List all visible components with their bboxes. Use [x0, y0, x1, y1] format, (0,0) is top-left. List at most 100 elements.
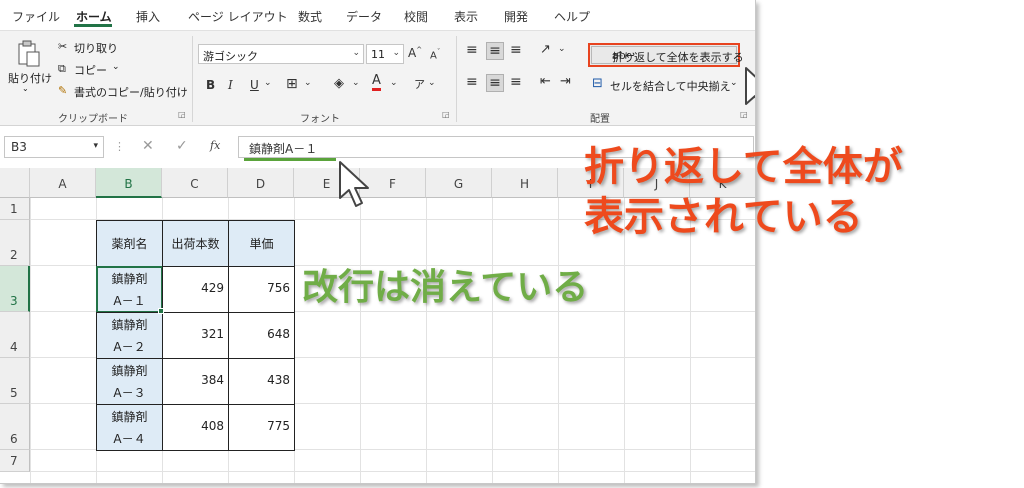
table-cell[interactable]: 429 — [162, 266, 229, 313]
table-header-cell[interactable]: 薬剤名 — [96, 220, 163, 267]
fill-handle[interactable] — [158, 308, 164, 314]
table-cell[interactable]: 384 — [162, 358, 229, 405]
wrap-text-button[interactable]: ab↩ 折り返して全体を表示する — [588, 43, 744, 67]
format-painter-button[interactable]: 書式のコピー/貼り付け — [74, 84, 188, 100]
table-header-cell[interactable]: 出荷本数 — [162, 220, 229, 267]
insert-function-icon[interactable]: fx — [210, 139, 220, 152]
column-header[interactable]: G — [426, 168, 492, 198]
more-options-icon[interactable]: ⋮ — [114, 140, 125, 153]
font-launcher-icon[interactable]: ◲ — [442, 110, 450, 119]
table-cell[interactable]: 鎮静剤 A－４ — [96, 404, 163, 451]
chevron-down-icon: ▾ — [93, 141, 98, 151]
merge-dropdown-icon[interactable]: ⌄ — [730, 78, 738, 88]
align-middle-icon[interactable]: ≡ — [486, 42, 504, 60]
tab-insert[interactable]: 挿入 — [136, 8, 160, 25]
fill-color-icon[interactable]: ◈ — [334, 76, 344, 91]
ribbon-separator — [192, 36, 193, 122]
column-header[interactable]: D — [228, 168, 294, 198]
paste-button[interactable]: 貼り付け — [8, 70, 52, 86]
chevron-down-icon: ⌄ — [352, 48, 360, 58]
orientation-dropdown-icon[interactable]: ⌄ — [558, 44, 566, 54]
clipboard-launcher-icon[interactable]: ◲ — [178, 110, 186, 119]
paste-icon[interactable] — [10, 40, 46, 68]
decrease-indent-icon[interactable]: ⇤ — [540, 74, 551, 89]
cancel-icon[interactable]: ✕ — [142, 138, 154, 154]
increase-font-size-icon[interactable]: A^ — [408, 46, 422, 60]
align-right-icon[interactable]: ≡ — [510, 74, 522, 90]
paste-dropdown-icon[interactable]: ⌄ — [22, 84, 29, 93]
row-header[interactable]: 1 — [0, 198, 30, 220]
align-center-icon[interactable]: ≡ — [486, 74, 504, 92]
merge-center-icon: ⊟ — [592, 76, 603, 91]
phonetic-dropdown-icon[interactable]: ⌄ — [428, 78, 436, 88]
tab-formulas[interactable]: 数式 — [298, 8, 322, 25]
increase-indent-icon[interactable]: ⇥ — [560, 74, 571, 89]
chevron-down-icon: ⌄ — [392, 48, 400, 58]
font-size-select[interactable]: 11 ⌄ — [366, 44, 404, 64]
copy-icon: ⧉ — [58, 62, 66, 75]
select-all-corner[interactable] — [0, 168, 30, 198]
row-header[interactable]: 6 — [0, 404, 30, 450]
callout-wrap-line2: 表示されている — [584, 194, 863, 240]
column-header[interactable]: H — [492, 168, 558, 198]
table-cell[interactable]: 鎮静剤 A－３ — [96, 358, 163, 405]
tab-review[interactable]: 校閲 — [404, 8, 428, 25]
font-group-label: フォント — [300, 114, 340, 125]
active-tab-indicator — [74, 24, 112, 27]
borders-dropdown-icon[interactable]: ⌄ — [304, 78, 312, 88]
mouse-pointer-icon — [339, 161, 369, 207]
tab-data[interactable]: データ — [346, 8, 382, 25]
alignment-group-label: 配置 — [590, 114, 610, 125]
borders-icon[interactable]: ⊞ — [286, 76, 298, 92]
font-color-icon[interactable]: A — [372, 74, 381, 91]
decrease-font-size-icon[interactable]: Aˇ — [430, 48, 440, 61]
tab-home[interactable]: ホーム — [76, 8, 112, 25]
clipboard-group-label: クリップボード — [58, 114, 128, 125]
orientation-icon[interactable]: ↗ — [540, 42, 551, 57]
mouse-pointer-icon — [745, 67, 755, 105]
row-header[interactable]: 5 — [0, 358, 30, 404]
row-header[interactable]: 4 — [0, 312, 30, 358]
align-bottom-icon[interactable]: ≡ — [510, 42, 522, 58]
table-cell[interactable]: 438 — [228, 358, 295, 405]
column-header[interactable]: C — [162, 168, 228, 198]
bold-button[interactable]: B — [206, 78, 215, 92]
formula-highlight-underline — [244, 158, 336, 161]
table-cell[interactable]: 321 — [162, 312, 229, 359]
table-cell[interactable]: 鎮静剤 A－２ — [96, 312, 163, 359]
underline-button[interactable]: U — [250, 78, 259, 92]
tab-help[interactable]: ヘルプ — [554, 8, 590, 25]
tab-page-layout[interactable]: ページ レイアウト — [188, 8, 288, 25]
excel-window: ファイル ホーム 挿入 ページ レイアウト 数式 データ 校閲 表示 開発 ヘル… — [0, 0, 756, 484]
table-header-cell[interactable]: 単価 — [228, 220, 295, 267]
name-box[interactable]: B3 ▾ — [4, 136, 104, 158]
merge-center-button[interactable]: セルを結合して中央揃え — [610, 78, 731, 94]
font-name-select[interactable]: 游ゴシック ⌄ — [198, 44, 364, 64]
column-header[interactable]: B — [96, 168, 162, 198]
row-header[interactable]: 7 — [0, 450, 30, 472]
italic-button[interactable]: I — [228, 78, 233, 92]
copy-button[interactable]: コピー — [74, 62, 107, 78]
fill-dropdown-icon[interactable]: ⌄ — [352, 78, 360, 88]
align-top-icon[interactable]: ≡ — [466, 42, 478, 58]
cut-icon: ✂ — [58, 40, 68, 53]
row-header[interactable]: 3 — [0, 266, 30, 312]
phonetic-guide-icon[interactable]: ア — [414, 76, 425, 92]
row-header[interactable]: 2 — [0, 220, 30, 266]
table-cell[interactable]: 756 — [228, 266, 295, 313]
table-cell[interactable]: 648 — [228, 312, 295, 359]
table-cell[interactable]: 408 — [162, 404, 229, 451]
cut-button[interactable]: 切り取り — [74, 40, 118, 56]
tab-view[interactable]: 表示 — [454, 8, 478, 25]
font-color-dropdown-icon[interactable]: ⌄ — [390, 78, 398, 88]
enter-icon[interactable]: ✓ — [176, 138, 188, 154]
column-header[interactable]: A — [30, 168, 96, 198]
tab-file[interactable]: ファイル — [12, 8, 60, 25]
copy-dropdown-icon[interactable]: ⌄ — [112, 62, 120, 72]
align-left-icon[interactable]: ≡ — [466, 74, 478, 90]
table-cell-selected[interactable]: 鎮静剤 A－１ — [96, 266, 163, 313]
ribbon-separator — [456, 36, 457, 122]
underline-dropdown-icon[interactable]: ⌄ — [264, 78, 272, 88]
tab-developer[interactable]: 開発 — [504, 8, 528, 25]
table-cell[interactable]: 775 — [228, 404, 295, 451]
